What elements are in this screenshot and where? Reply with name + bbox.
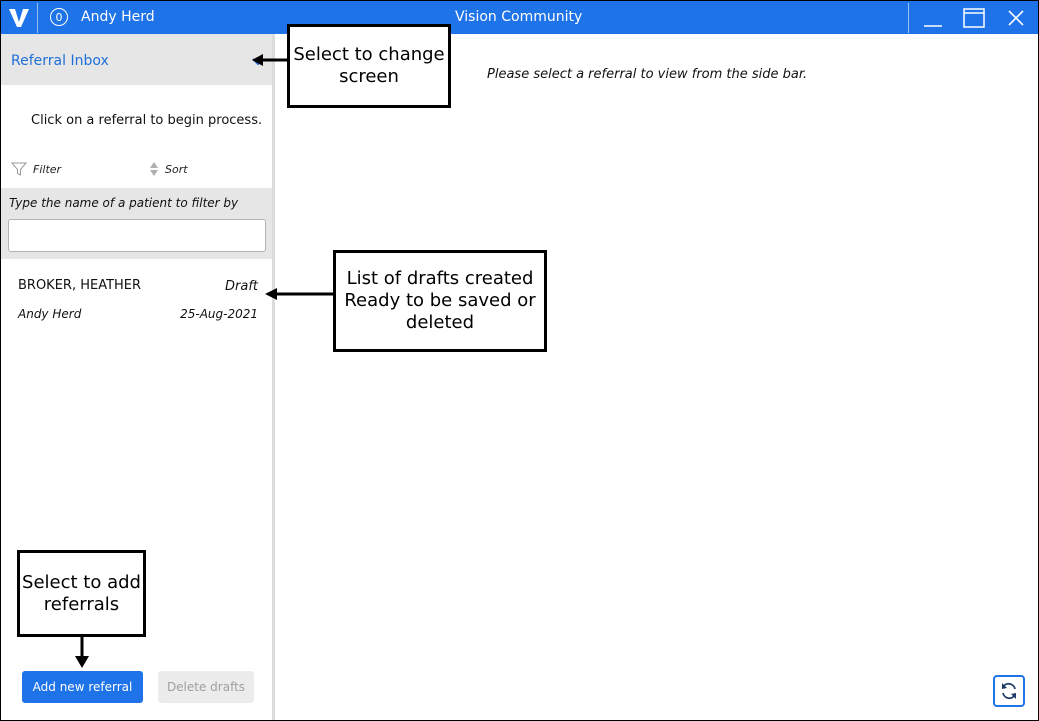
referral-list-item[interactable]: BROKER, HEATHER Draft Andy Herd 25-Aug-2… <box>1 270 272 330</box>
annotation-arrow-change-screen <box>252 54 288 66</box>
filter-button[interactable]: Filter <box>11 161 61 177</box>
refresh-button[interactable] <box>993 675 1025 707</box>
patient-filter-input[interactable] <box>8 219 266 252</box>
delete-drafts-button[interactable]: Delete drafts <box>158 671 254 703</box>
notification-count-badge[interactable]: 0 <box>50 8 68 26</box>
empty-state-message: Please select a referral to view from th… <box>487 67 808 82</box>
patient-filter: Type the name of a patient to filter by <box>1 188 272 259</box>
annotation-drafts-list: List of drafts created Ready to be saved… <box>333 250 547 352</box>
screen-title: Referral Inbox <box>11 53 109 69</box>
annotation-arrow-add-referrals <box>75 636 89 668</box>
referral-patient-name: BROKER, HEATHER <box>18 278 142 293</box>
screen-selector[interactable]: Referral Inbox <box>1 34 272 85</box>
referral-status: Draft <box>225 279 258 294</box>
refresh-icon <box>1002 682 1016 700</box>
sort-label: Sort <box>165 162 188 176</box>
annotation-arrow-drafts-list <box>265 288 334 300</box>
minimize-button[interactable] <box>911 1 955 34</box>
maximize-button[interactable] <box>952 1 996 34</box>
sort-icon <box>150 162 158 176</box>
title-bar: 0 Andy Herd Vision Community <box>1 1 1038 34</box>
user-name: Andy Herd <box>81 9 155 25</box>
close-button[interactable] <box>994 1 1038 34</box>
annotation-add-referrals: Select to add referrals <box>17 550 146 637</box>
title-separator <box>908 3 909 33</box>
add-new-referral-button[interactable]: Add new referral <box>22 671 143 703</box>
annotation-change-screen: Select to change screen <box>287 24 451 108</box>
filter-label: Filter <box>33 162 62 176</box>
referral-date: 25-Aug-2021 <box>180 307 258 321</box>
vision-logo <box>1 1 37 34</box>
app-title: Vision Community <box>455 9 583 25</box>
sort-button[interactable]: Sort <box>149 161 188 177</box>
title-separator <box>37 3 38 33</box>
instruction-text: Click on a referral to begin process. <box>31 113 263 128</box>
filter-icon <box>11 162 27 176</box>
filter-field-label: Type the name of a patient to filter by <box>9 196 239 210</box>
referral-author: Andy Herd <box>18 307 82 321</box>
